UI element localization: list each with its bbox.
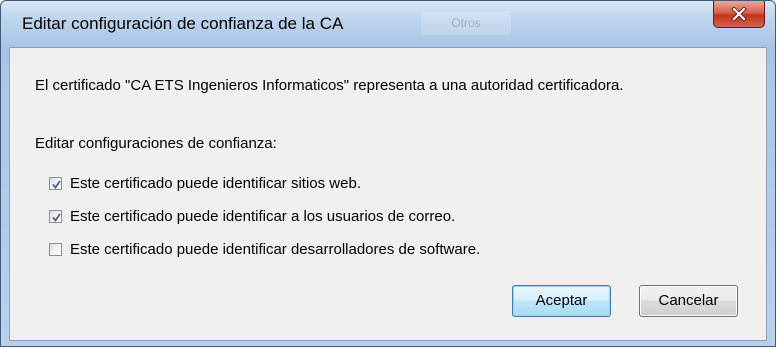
trust-settings-label: Editar configuraciones de confianza: bbox=[35, 135, 277, 152]
software-developers-option-label: Este certificado puede identificar desar… bbox=[70, 240, 481, 258]
close-x-icon bbox=[731, 7, 747, 21]
accept-button[interactable]: Aceptar bbox=[512, 285, 611, 317]
websites-option-label: Este certificado puede identificar sitio… bbox=[70, 174, 361, 192]
checkmark-icon bbox=[52, 212, 61, 222]
certificate-message: El certificado "CA ETS Ingenieros Inform… bbox=[35, 77, 624, 94]
software-developers-checkbox[interactable] bbox=[49, 242, 62, 256]
close-button[interactable] bbox=[713, 1, 765, 28]
background-window-tab: Otros bbox=[421, 11, 511, 35]
email-users-option-label: Este certificado puede identificar a los… bbox=[70, 207, 456, 225]
dialog-content: El certificado "CA ETS Ingenieros Inform… bbox=[9, 47, 767, 341]
option-identify-websites[interactable]: Este certificado puede identificar sitio… bbox=[49, 173, 361, 193]
option-identify-email-users[interactable]: Este certificado puede identificar a los… bbox=[49, 206, 455, 226]
websites-checkbox[interactable] bbox=[49, 176, 62, 190]
title-bar[interactable]: Editar configuración de confianza de la … bbox=[1, 1, 775, 47]
option-identify-software-developers[interactable]: Este certificado puede identificar desar… bbox=[49, 239, 480, 259]
dialog-window: Editar configuración de confianza de la … bbox=[0, 0, 776, 347]
email-users-checkbox[interactable] bbox=[49, 209, 62, 223]
window-title: Editar configuración de confianza de la … bbox=[22, 14, 344, 33]
cancel-button[interactable]: Cancelar bbox=[639, 285, 738, 317]
checkmark-icon bbox=[52, 179, 61, 189]
